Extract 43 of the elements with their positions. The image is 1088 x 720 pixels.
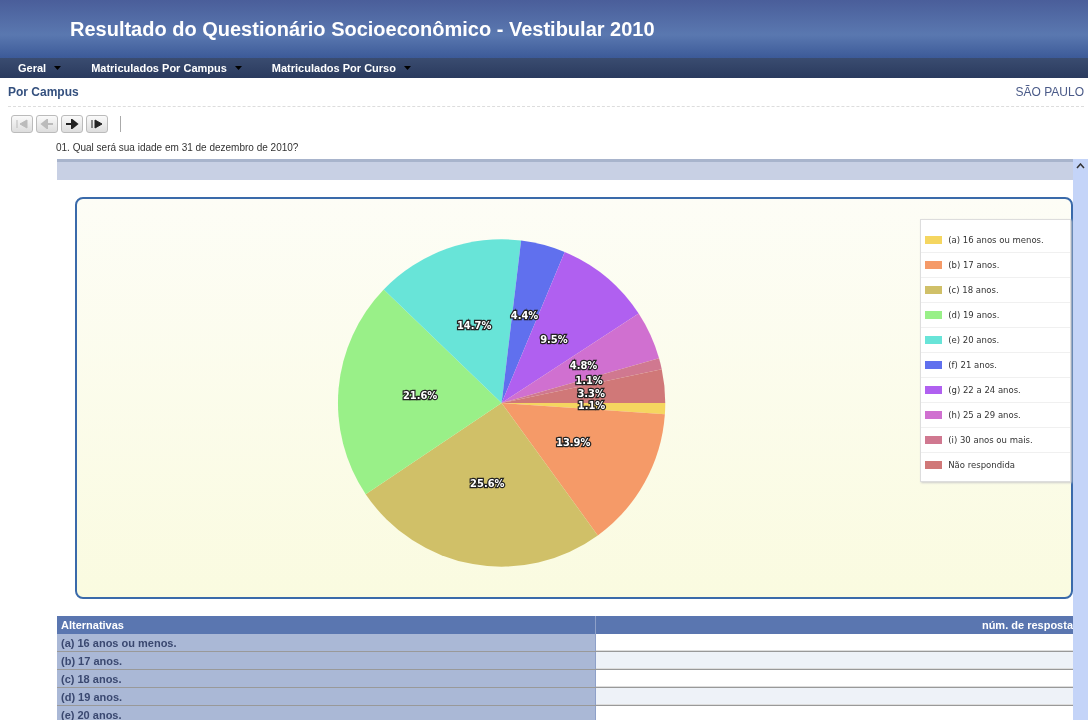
caret-icon: [54, 66, 62, 70]
skip-icon: [15, 119, 29, 129]
legend-label: (i) 30 anos ou mais.: [948, 435, 1033, 445]
slice-label: 21.6%: [402, 389, 438, 401]
legend-label: (b) 17 anos.: [948, 260, 1000, 270]
scrollbar[interactable]: [1073, 159, 1088, 720]
scroll-up-icon[interactable]: [1076, 163, 1085, 169]
legend-label: (g) 22 a 24 anos.: [948, 385, 1021, 395]
caret-icon: [403, 66, 411, 70]
campus-label: SÃO PAULO: [1015, 85, 1084, 99]
table-cell: (e) 20 anos.: [57, 706, 596, 720]
table-cell: (c) 18 anos.: [57, 670, 596, 687]
slice-label: 1.1%: [575, 375, 603, 387]
arrow-icon: [65, 119, 79, 129]
page-title: Resultado do Questionário Socioeconômico - Vestibular 2010: [70, 17, 655, 41]
legend-label: (e) 20 anos.: [948, 335, 1000, 345]
legend-label: (h) 25 a 29 anos.: [948, 410, 1021, 420]
slice-label: 4.8%: [569, 359, 598, 371]
table-cell: (b) 17 anos.: [57, 652, 596, 669]
question-text: 01. Qual será sua idade em 31 de dezembro de 2010?: [55, 141, 300, 155]
legend-label: (d) 19 anos.: [948, 310, 1000, 320]
menu-item[interactable]: Matriculados Por Curso: [271, 62, 411, 74]
legend-label: (c) 18 anos.: [948, 285, 999, 295]
slice-label: 9.5%: [540, 334, 568, 346]
legend-label: (f) 21 anos.: [948, 360, 997, 370]
section-title: Por Campus: [8, 85, 79, 99]
menu-item[interactable]: Geral: [18, 62, 62, 74]
table-cell: (d) 19 anos.: [57, 688, 596, 705]
slice-label: 13.9%: [556, 436, 591, 448]
column-header: núm. de resposta: [980, 618, 1073, 633]
slice-label: 25.6%: [470, 477, 505, 489]
table-cell: (a) 16 anos ou menos.: [57, 634, 596, 651]
legend-label: (a) 16 anos ou menos.: [948, 235, 1044, 245]
menu-item[interactable]: Matriculados Por Campus: [91, 62, 242, 74]
slice-label: 14.7%: [456, 319, 492, 331]
slice-label: 1.1%: [577, 400, 606, 412]
legend-label: Não respondida: [948, 460, 1015, 470]
skip-icon: [90, 119, 104, 129]
caret-icon: [234, 66, 242, 70]
slice-label: 3.3%: [577, 387, 605, 399]
arrow-icon: [40, 119, 54, 129]
next-button[interactable]: [61, 115, 83, 133]
last-button[interactable]: [86, 115, 108, 133]
